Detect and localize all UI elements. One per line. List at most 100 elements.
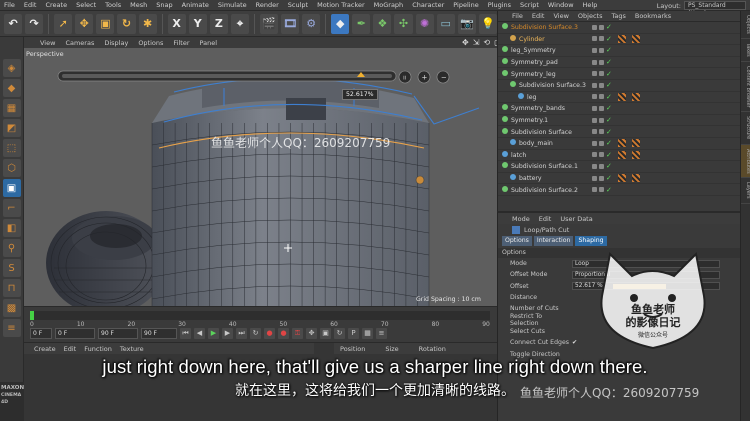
edges-mode-icon[interactable]: ⬡ [2,159,21,177]
object-row[interactable]: latch ✓ [498,150,740,162]
play-icon[interactable]: ▶ [208,327,219,339]
axis-z-button[interactable]: Z [209,13,228,34]
menu-mesh[interactable]: Mesh [130,1,147,9]
visibility-dot-icon[interactable] [592,175,597,181]
visibility-dot-icon[interactable] [592,117,597,123]
model-mode-icon[interactable]: ◆ [2,79,21,97]
render-dot-icon[interactable] [599,175,604,181]
enabled-check-icon[interactable]: ✓ [606,139,612,147]
keyframe-selection-icon[interactable]: ⚿ [292,327,303,339]
viewport-menu-cameras[interactable]: Cameras [65,39,94,47]
enabled-check-icon[interactable]: ✓ [606,116,612,124]
menu-simulate[interactable]: Simulate [218,1,247,9]
viewport-perspective[interactable]: ॥ + − Perspective Grid Spacing : 10 cm [24,48,497,306]
enabled-check-icon[interactable]: ✓ [606,128,612,136]
coordinate-system-icon[interactable]: ⌖ [230,13,250,34]
loop-icon[interactable]: ↻ [250,327,261,339]
render-picture-viewer-icon[interactable]: 🎞 [281,13,300,34]
material-menu-edit[interactable]: Edit [64,345,77,353]
snap-icon[interactable]: ⚲ [2,239,21,257]
enabled-check-icon[interactable]: ✓ [606,186,612,194]
enabled-check-icon[interactable]: ✓ [606,174,612,182]
material-tag-icon[interactable] [617,150,626,159]
visibility-dot-icon[interactable] [592,94,597,100]
visibility-dot-icon[interactable] [592,187,597,193]
object-menu-view[interactable]: View [553,12,568,20]
enabled-check-icon[interactable]: ✓ [606,151,612,159]
object-row[interactable]: battery ✓ [498,173,740,185]
visibility-dot-icon[interactable] [592,47,597,53]
side-tab-takes[interactable]: Takes [741,39,750,62]
menu-tools[interactable]: Tools [105,1,121,9]
pan-icon[interactable]: ✥ [462,38,469,47]
render-dot-icon[interactable] [599,117,604,123]
enabled-check-icon[interactable]: ✓ [606,23,612,31]
enabled-check-icon[interactable]: ✓ [606,70,612,78]
object-row[interactable]: Cylinder ✓ [498,34,740,46]
attribute-menu-user-data[interactable]: User Data [560,215,592,223]
attribute-menu-mode[interactable]: Mode [512,215,530,223]
points-mode-icon[interactable]: ⬚ [2,139,21,157]
menu-plugins[interactable]: Plugins [488,1,511,9]
enabled-check-icon[interactable]: ✓ [606,46,612,54]
menu-motion-tracker[interactable]: Motion Tracker [317,1,365,9]
render-dot-icon[interactable] [599,59,604,65]
material-tag-icon[interactable] [617,174,626,183]
menu-mograph[interactable]: MoGraph [374,1,404,9]
object-row[interactable]: leg_Symmetry ✓ [498,45,740,57]
grid-snap-icon[interactable]: ▩ [2,299,21,317]
side-tab-attributes[interactable]: Attributes [741,144,750,179]
object-row[interactable]: Subdivision Surface.3 ✓ [498,22,740,34]
object-row[interactable]: leg ✓ [498,92,740,104]
axis-mode-icon[interactable]: ⌐ [2,199,21,217]
menu-pipeline[interactable]: Pipeline [453,1,478,9]
layout-dropdown[interactable]: PS_Standard (User) [684,1,746,17]
visibility-dot-icon[interactable] [592,129,597,135]
orbit-icon[interactable]: ⟲ [483,38,490,47]
visibility-dot-icon[interactable] [592,59,597,65]
param-key-icon[interactable]: P [348,327,359,339]
object-row[interactable]: Subdivision Surface.3 ✓ [498,80,740,92]
render-dot-icon[interactable] [599,129,604,135]
material-tag-icon[interactable] [631,92,640,101]
frame-start-field[interactable]: 0 F [30,327,52,339]
visibility-dot-icon[interactable] [592,140,597,146]
visibility-dot-icon[interactable] [592,163,597,169]
menu-snap[interactable]: Snap [156,1,172,9]
rotation-key-icon[interactable]: ↻ [334,327,345,339]
material-tag-icon[interactable] [617,139,626,148]
side-tab-layers[interactable]: Layers [741,178,750,204]
visibility-dot-icon[interactable] [592,24,597,30]
magnet-icon[interactable]: ⊓ [2,279,21,297]
render-dot-icon[interactable] [599,105,604,111]
visibility-dot-icon[interactable] [592,36,597,42]
menu-script[interactable]: Script [520,1,539,9]
layer-icon[interactable]: ≡ [2,319,21,337]
visibility-dot-icon[interactable] [592,105,597,111]
material-tag-icon[interactable] [631,139,640,148]
render-view-icon[interactable]: 🎬 [259,13,279,34]
goto-end-icon[interactable]: ⏭ [236,327,247,339]
deformer-icon[interactable]: ✺ [415,13,434,34]
menu-edit[interactable]: Edit [24,1,37,9]
object-menu-edit[interactable]: Edit [532,12,545,20]
material-tag-icon[interactable] [631,150,640,159]
render-dot-icon[interactable] [599,152,604,158]
render-dot-icon[interactable] [599,163,604,169]
subdivision-surface-icon[interactable]: ❖ [373,13,392,34]
material-menu-create[interactable]: Create [34,345,56,353]
prev-key-icon[interactable]: ◀ [194,327,205,339]
pla-key-icon[interactable]: ▦ [362,327,373,339]
live-selection-icon[interactable]: ➚ [54,13,73,34]
object-row[interactable]: Subdivision Surface.2 ✓ [498,184,740,196]
render-dot-icon[interactable] [599,140,604,146]
viewport-menu-options[interactable]: Options [138,39,163,47]
render-dot-icon[interactable] [599,36,604,42]
viewport-menu-panel[interactable]: Panel [200,39,218,47]
redo-icon[interactable]: ↷ [25,13,44,34]
frame-current-field[interactable]: 0 F [55,327,95,339]
rotate-icon[interactable]: ↻ [117,13,136,34]
array-icon[interactable]: ✣ [394,13,413,34]
object-row[interactable]: Symmetry_bands ✓ [498,103,740,115]
enabled-check-icon[interactable]: ✓ [606,93,612,101]
